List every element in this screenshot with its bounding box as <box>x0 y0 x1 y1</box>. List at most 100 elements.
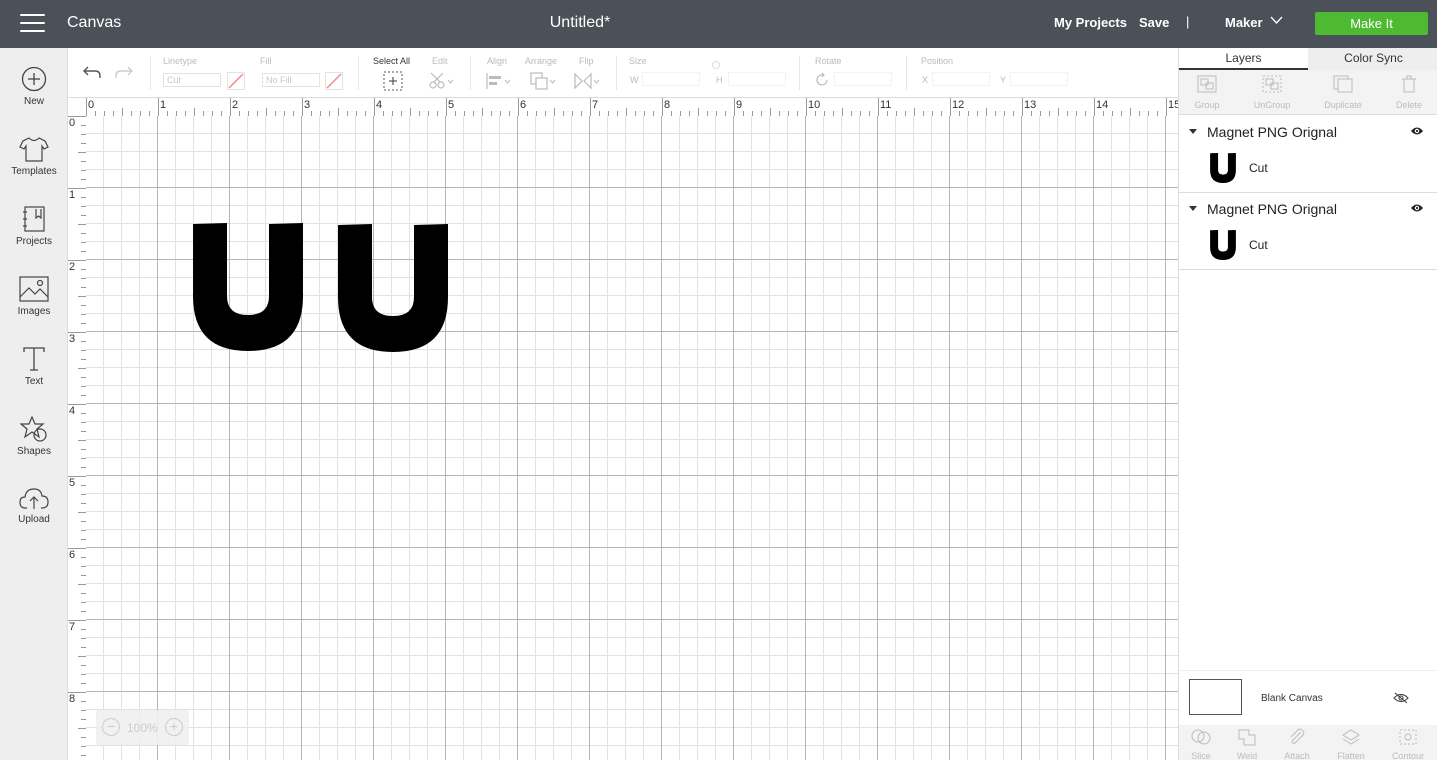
document-title[interactable]: Untitled* <box>0 14 1160 32</box>
layer-operation: Cut <box>1249 238 1268 252</box>
edit-scissors-icon[interactable] <box>428 72 454 90</box>
arrange-icon[interactable] <box>530 72 556 90</box>
edit-toolbar: Linetype Cut Fill No Fill Select All Edi… <box>68 48 1178 98</box>
eye-icon[interactable] <box>1410 203 1424 213</box>
linetype-label: Linetype <box>163 56 198 66</box>
toolbar-divider <box>799 56 800 90</box>
sidebar-item-text[interactable]: Text <box>0 346 68 408</box>
ungroup-button[interactable]: UnGroup <box>1242 75 1302 110</box>
zoom-in-button[interactable]: + <box>165 718 183 736</box>
ruler-tick-label: 4 <box>376 99 383 111</box>
sidebar-item-images[interactable]: Images <box>0 276 68 338</box>
fill-value: No Fill <box>266 75 292 85</box>
duplicate-button[interactable]: Duplicate <box>1313 75 1373 110</box>
horizontal-ruler: 0 1 2 3 4 5 6 7 8 9 10 11 12 13 14 15 <box>68 98 1180 116</box>
ruler-tick-label: 14 <box>1096 99 1109 111</box>
my-projects-link[interactable]: My Projects <box>1054 15 1127 30</box>
sidebar-item-upload[interactable]: Upload <box>0 486 68 548</box>
zoom-control: − 100% + <box>96 710 189 745</box>
group-button[interactable]: Group <box>1177 75 1237 110</box>
magnet-shape[interactable] <box>193 223 303 351</box>
undo-icon[interactable] <box>82 64 102 80</box>
design-canvas[interactable] <box>86 116 1178 760</box>
eye-hidden-icon[interactable] <box>1393 692 1409 704</box>
ruler-tick-label: 1 <box>69 189 76 201</box>
width-input[interactable] <box>642 72 700 86</box>
ruler-tick-label: 2 <box>69 261 76 273</box>
select-all-icon[interactable] <box>383 71 403 91</box>
fill-color-icon[interactable] <box>325 72 343 90</box>
caret-down-icon[interactable] <box>1189 129 1197 134</box>
align-icon[interactable] <box>485 72 511 90</box>
sidebar-item-projects[interactable]: Projects <box>0 206 68 268</box>
attach-button[interactable]: Attach <box>1271 728 1323 761</box>
caret-down-icon[interactable] <box>1189 206 1197 211</box>
linetype-color-icon[interactable] <box>227 72 245 90</box>
delete-label: Delete <box>1395 100 1422 110</box>
blank-canvas-label: Blank Canvas <box>1261 693 1323 704</box>
sidebar-item-label: Templates <box>11 166 57 177</box>
sidebar-item-label: Shapes <box>17 446 51 457</box>
plus-circle-icon <box>21 66 47 92</box>
chevron-down-icon[interactable] <box>1270 16 1283 25</box>
slice-button[interactable]: Slice <box>1175 728 1227 761</box>
height-input[interactable] <box>728 72 786 86</box>
machine-selector[interactable]: Maker <box>1225 15 1263 30</box>
layers-panel: Layers Color Sync Group UnGroup Duplicat… <box>1175 48 1437 761</box>
sidebar-item-new[interactable]: New <box>0 66 68 128</box>
position-y-label: Y <box>1000 75 1007 85</box>
flatten-button[interactable]: Flatten <box>1325 728 1377 761</box>
layer-group[interactable]: Magnet PNG Orignal Cut <box>1179 193 1437 270</box>
align-label: Align <box>487 56 508 66</box>
vertical-ruler: 0 1 2 3 4 5 6 7 8 <box>68 116 86 760</box>
lock-icon[interactable] <box>711 60 721 70</box>
contour-button[interactable]: Contour <box>1382 728 1434 761</box>
ruler-tick-label: 12 <box>952 99 965 111</box>
weld-button[interactable]: Weld <box>1221 728 1273 761</box>
ruler-tick-label: 8 <box>664 99 671 111</box>
fill-label: Fill <box>260 56 272 66</box>
toolbar-divider <box>470 56 471 90</box>
fill-select[interactable]: No Fill <box>262 73 320 87</box>
ruler-tick-label: 6 <box>69 549 76 561</box>
linetype-value: Cut <box>167 75 182 85</box>
ruler-tick-label: 3 <box>69 333 76 345</box>
flip-icon[interactable] <box>574 72 600 90</box>
rotate-icon[interactable] <box>814 72 830 88</box>
zoom-out-button[interactable]: − <box>102 718 120 736</box>
panel-tabs: Layers Color Sync <box>1179 48 1437 70</box>
ruler-tick-label: 3 <box>304 99 311 111</box>
layer-tools: Group UnGroup Duplicate Delete <box>1179 70 1437 115</box>
sidebar-item-templates[interactable]: Templates <box>0 136 68 198</box>
text-icon <box>23 347 45 371</box>
ruler-tick-label: 0 <box>69 117 76 129</box>
layer-thumbnail-icon <box>1210 153 1236 183</box>
position-y-input[interactable] <box>1010 72 1068 86</box>
canvas-color-swatch[interactable] <box>1189 679 1242 715</box>
make-it-button[interactable]: Make It <box>1315 12 1428 35</box>
ruler-tick-label: 6 <box>520 99 527 111</box>
sidebar-item-shapes[interactable]: Shapes <box>0 416 68 478</box>
ruler-tick-label: 7 <box>69 621 76 633</box>
redo-icon[interactable] <box>114 64 134 80</box>
tab-color-sync[interactable]: Color Sync <box>1309 48 1437 70</box>
magnet-shape[interactable] <box>338 224 448 352</box>
linetype-select[interactable]: Cut <box>163 73 221 87</box>
layer-thumbnail-icon <box>1210 230 1236 260</box>
contour-icon <box>1399 729 1417 745</box>
toolbar-divider <box>150 56 151 90</box>
save-button[interactable]: Save <box>1139 15 1169 30</box>
blank-canvas-layer[interactable]: Blank Canvas <box>1179 670 1437 725</box>
ruler-tick-label: 2 <box>232 99 239 111</box>
sidebar-item-label: Upload <box>18 514 50 525</box>
sidebar-item-label: New <box>23 96 44 107</box>
rotate-input[interactable] <box>834 72 892 86</box>
toolbar-divider <box>358 56 359 90</box>
ruler-tick-label: 4 <box>69 405 76 417</box>
position-x-input[interactable] <box>932 72 990 86</box>
delete-button[interactable]: Delete <box>1379 75 1437 110</box>
left-sidebar: New Templates Projects Images Text Shape… <box>0 48 68 760</box>
eye-icon[interactable] <box>1410 126 1424 136</box>
layer-group[interactable]: Magnet PNG Orignal Cut <box>1179 116 1437 193</box>
tab-layers[interactable]: Layers <box>1179 48 1308 70</box>
